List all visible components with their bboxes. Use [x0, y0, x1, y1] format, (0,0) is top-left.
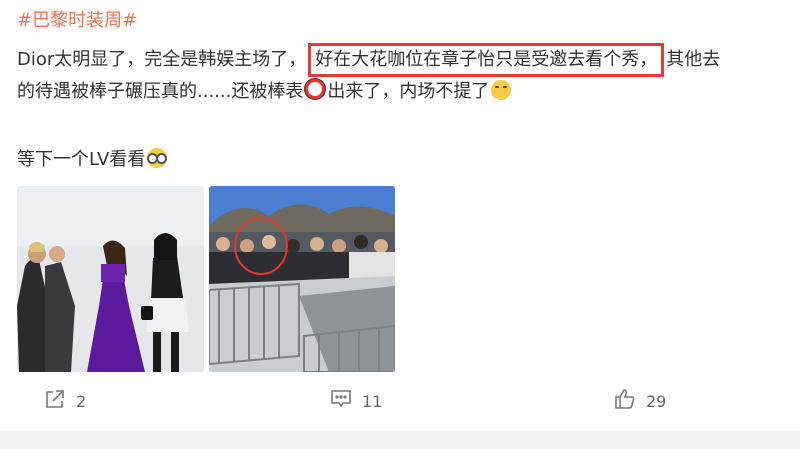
share-button[interactable]: 2 — [44, 388, 86, 414]
glasses-face-icon — [147, 148, 168, 168]
share-icon — [44, 388, 66, 414]
post-text-prefix: Dior太明显了，完全是韩娱主场了， — [17, 49, 307, 70]
runway-guests-photo[interactable] — [17, 186, 204, 372]
unamused-face-icon — [491, 80, 512, 100]
post-text-line-1: Dior太明显了，完全是韩娱主场了， 好在大花咖位在章子怡只是受邀去看个秀， 其他去 — [17, 43, 720, 77]
crowd-outside-image — [209, 186, 395, 372]
feed-separator — [0, 431, 800, 449]
highlighted-text-box: 好在大花咖位在章子怡只是受邀去看个秀， — [308, 43, 665, 77]
like-count: 29 — [646, 391, 667, 411]
like-button[interactable]: 29 — [614, 388, 666, 414]
comment-count: 11 — [362, 391, 383, 411]
comment-icon — [330, 388, 352, 414]
post-text-segment-2: 出来了，内场不提了 — [327, 81, 490, 102]
share-count: 2 — [76, 391, 87, 411]
crowd-outside-photo[interactable] — [209, 186, 395, 372]
post-text-line-3: 等下一个LV看看 — [17, 145, 168, 171]
thumbs-up-icon — [614, 388, 636, 414]
post-text-segment: 的待遇被棒子碾压真的......还被棒表 — [17, 81, 304, 102]
red-circle-icon — [305, 79, 326, 99]
runway-guests-image — [17, 186, 204, 372]
post-text-suffix: 其他去 — [666, 49, 721, 70]
post-text-segment-3: 等下一个LV看看 — [17, 149, 146, 170]
hashtag-link[interactable]: #巴黎时装周# — [17, 6, 137, 32]
post-action-bar: 2 11 29 — [0, 388, 800, 416]
post-text-line-2: 的待遇被棒子碾压真的......还被棒表 出来了，内场不提了 — [17, 77, 512, 103]
comment-button[interactable]: 11 — [330, 388, 382, 414]
